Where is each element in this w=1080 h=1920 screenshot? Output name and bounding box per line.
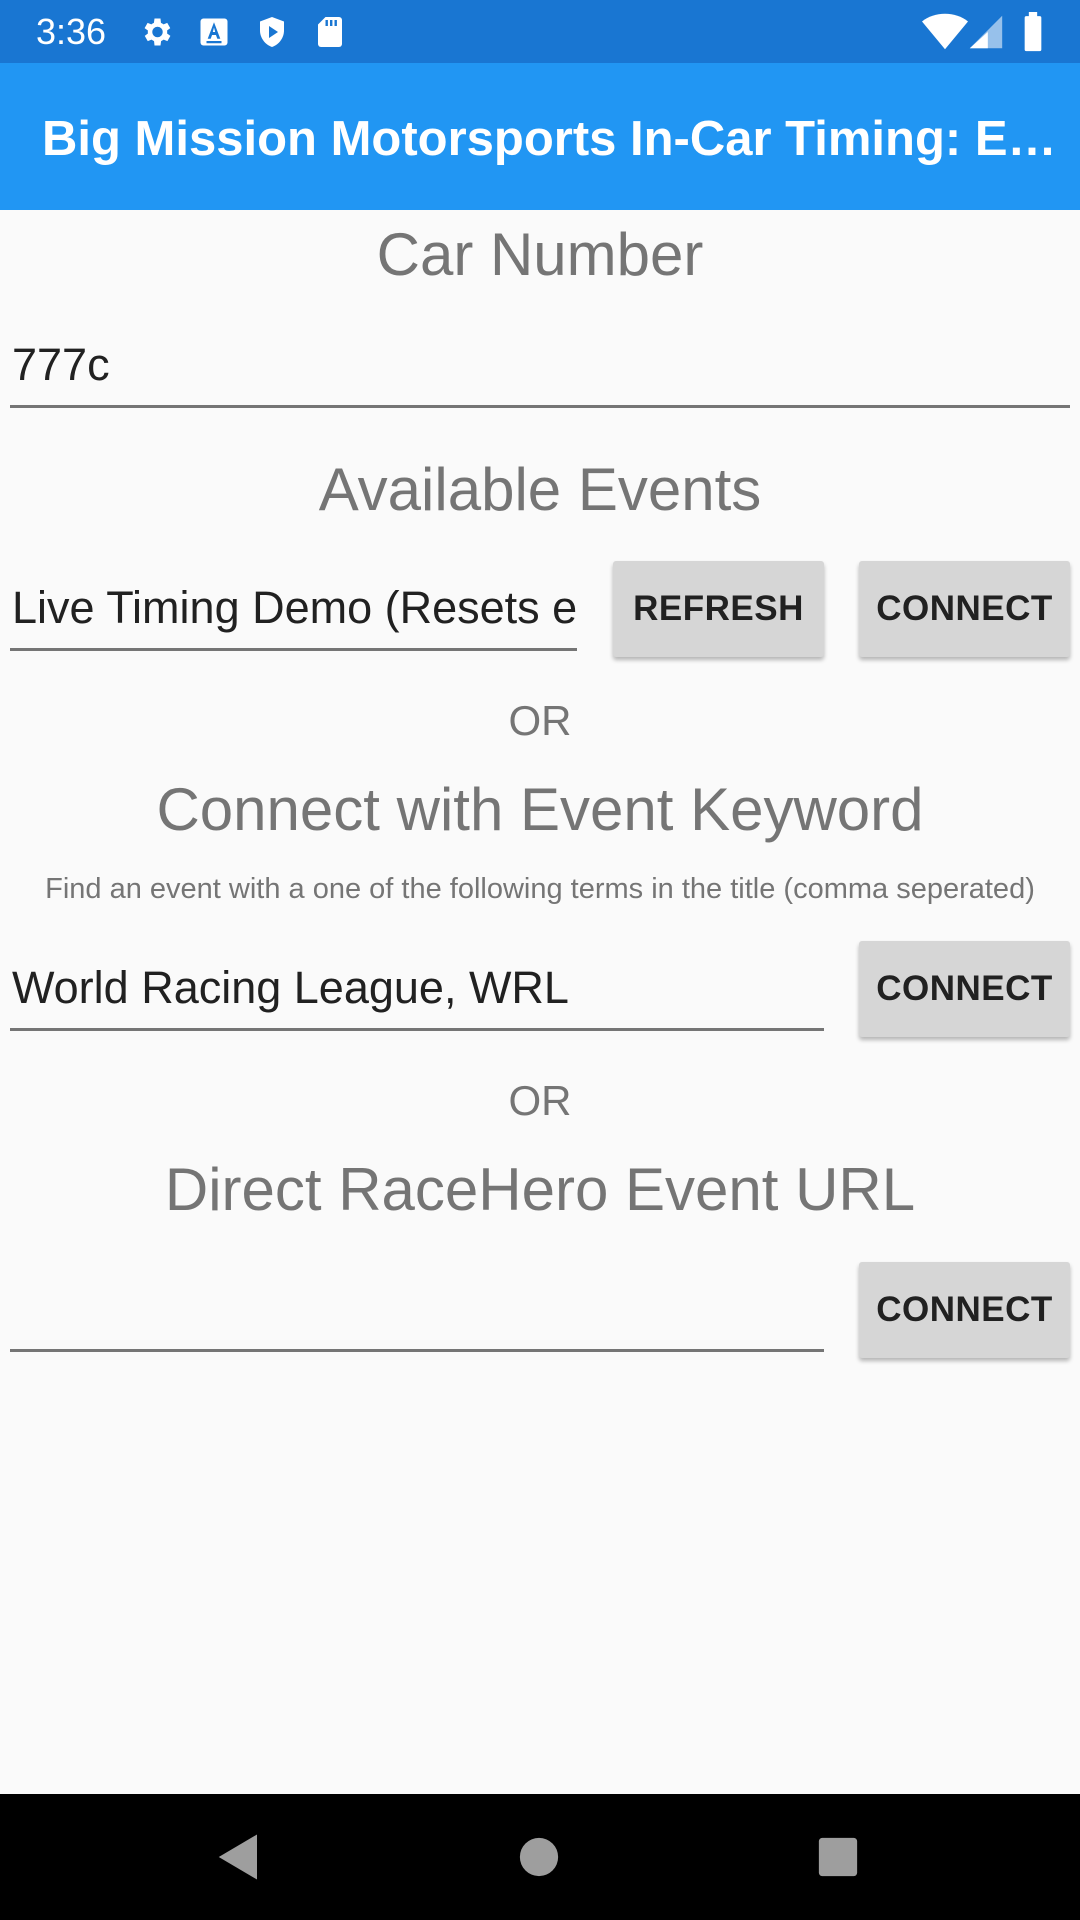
keyword-heading: Connect with Event Keyword	[156, 776, 924, 843]
wifi-icon	[922, 13, 968, 50]
back-icon[interactable]	[212, 1830, 266, 1884]
keyword-value: World Racing League, WRL	[12, 962, 569, 1013]
navigation-bar	[0, 1794, 1080, 1920]
settings-gear-icon	[144, 18, 171, 46]
direct-url-input[interactable]	[10, 1270, 824, 1352]
or-label: OR	[508, 1077, 572, 1124]
a-accessibility-icon	[200, 18, 228, 46]
battery-icon	[1024, 12, 1042, 52]
cellular-signal-icon	[969, 15, 1003, 49]
home-icon[interactable]	[512, 1830, 566, 1884]
available-events-heading: Available Events	[318, 456, 762, 523]
event-picker[interactable]: Live Timing Demo (Resets e	[10, 570, 577, 651]
direct-url-heading: Direct RaceHero Event URL	[164, 1156, 916, 1223]
or-label: OR	[508, 697, 572, 744]
app-title: Big Mission Motorsports In-Car Timing: E…	[42, 112, 1057, 166]
keyword-input[interactable]: World Racing League, WRL	[10, 950, 824, 1031]
screen: 3:36 Big Mission Motorsports In-Car Timi…	[0, 0, 1080, 1920]
sd-card-icon	[318, 17, 342, 47]
connect-event-button[interactable]: CONNECT	[859, 561, 1070, 657]
connect-url-button[interactable]: CONNECT	[859, 1262, 1070, 1358]
event-picker-value: Live Timing Demo (Resets e	[12, 582, 577, 633]
shield-play-icon	[260, 17, 284, 47]
status-bar: 3:36	[0, 0, 1080, 63]
car-number-value: 777c	[12, 339, 110, 390]
recents-icon[interactable]	[811, 1830, 865, 1884]
car-number-input[interactable]: 777c	[10, 330, 1070, 408]
refresh-button[interactable]: REFRESH	[613, 561, 824, 657]
keyword-hint: Find an event with a one of the followin…	[45, 873, 1035, 905]
car-number-heading: Car Number	[376, 221, 704, 288]
connect-keyword-button[interactable]: CONNECT	[859, 941, 1070, 1037]
app-bar: Big Mission Motorsports In-Car Timing: E…	[0, 63, 1080, 210]
status-time: 3:36	[36, 11, 107, 52]
